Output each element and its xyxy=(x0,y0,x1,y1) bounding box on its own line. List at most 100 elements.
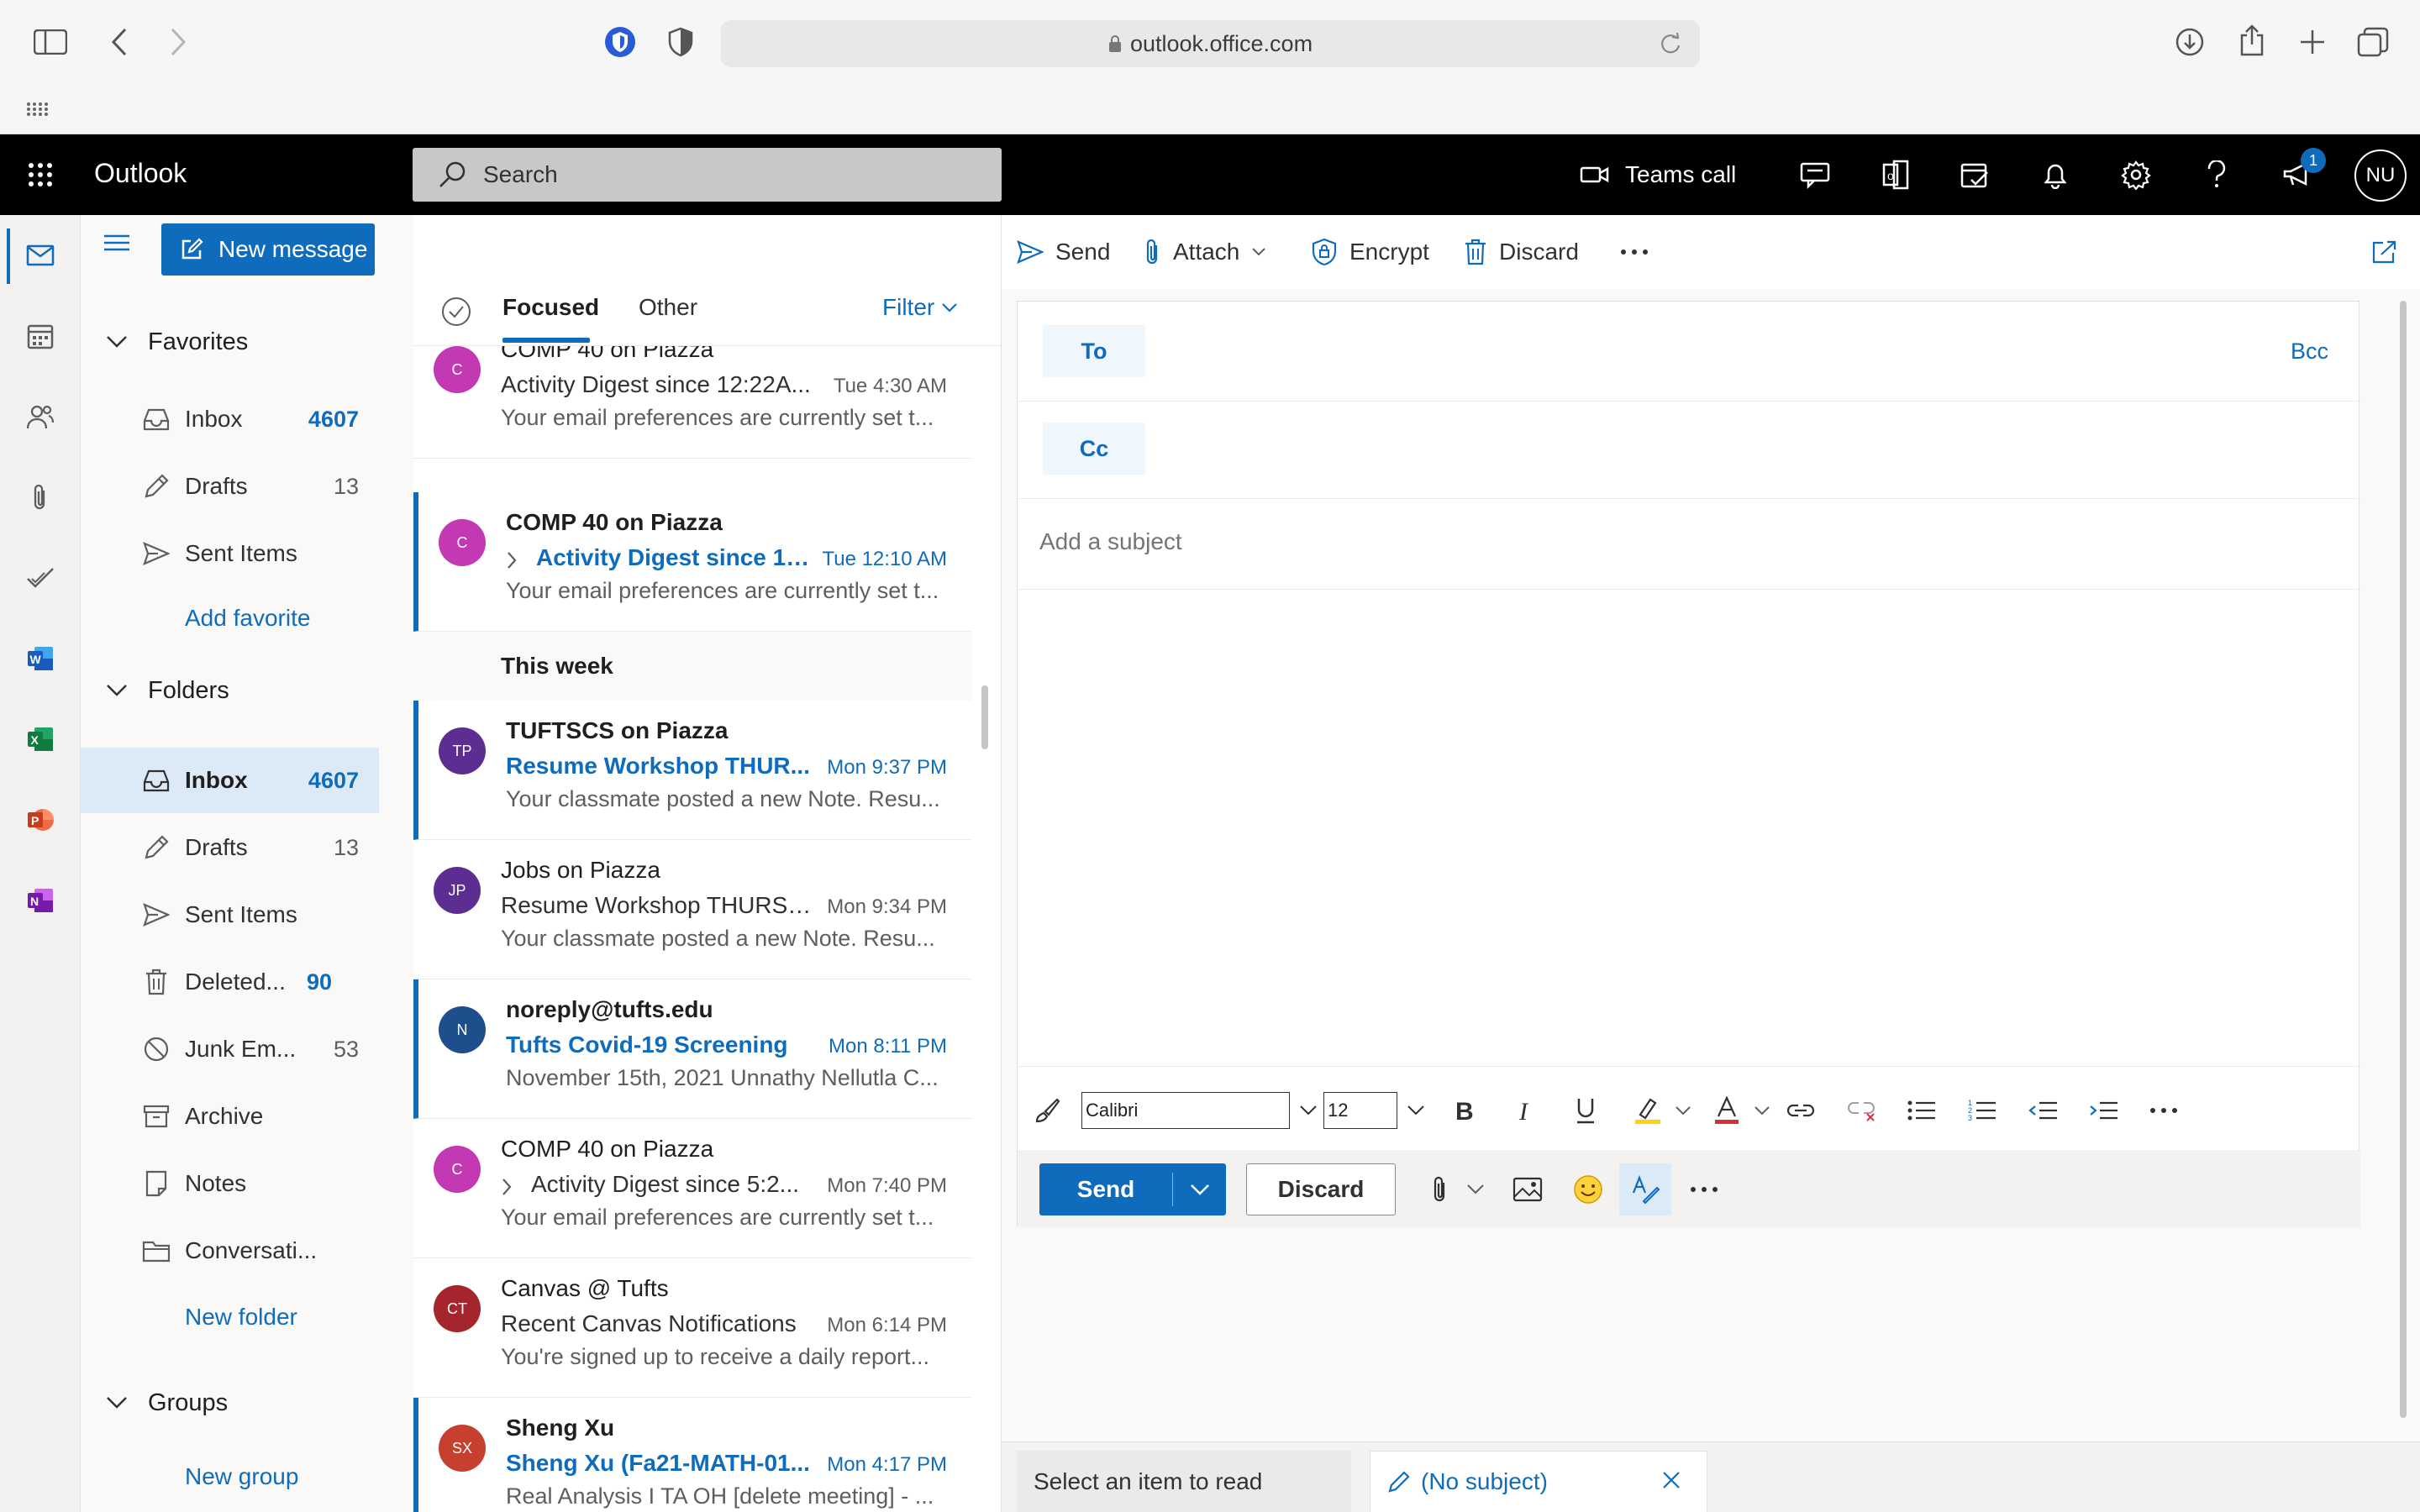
list-item[interactable]: N noreply@tufts.edu Tufts Covid-19 Scree… xyxy=(413,979,972,1119)
share-icon[interactable] xyxy=(2227,15,2277,66)
app-title[interactable]: Outlook xyxy=(94,158,187,189)
insert-link-icon[interactable] xyxy=(1784,1094,1818,1127)
add-favorite-link[interactable]: Add favorite xyxy=(185,605,310,632)
list-item[interactable]: JP Jobs on Piazza Resume Workshop THURS … xyxy=(413,840,972,979)
expand-thread-chevron-icon[interactable] xyxy=(501,1178,513,1196)
message-list-scrollbar[interactable] xyxy=(981,685,988,749)
sidebar-toggle-icon[interactable] xyxy=(25,17,76,67)
help-icon[interactable] xyxy=(2193,151,2240,198)
privacy-extension-icon[interactable] xyxy=(595,17,645,67)
search-input[interactable]: Search xyxy=(413,148,1002,202)
new-group-link[interactable]: New group xyxy=(185,1463,298,1490)
app-launcher-icon[interactable] xyxy=(17,151,64,198)
tab-focused[interactable]: Focused xyxy=(502,294,599,321)
attach-command[interactable]: Attach xyxy=(1144,234,1266,270)
insert-picture-icon[interactable] xyxy=(1508,1170,1547,1209)
numbering-icon[interactable]: 123 xyxy=(1965,1094,1999,1127)
hamburger-menu-icon[interactable] xyxy=(104,234,129,252)
mail-icon[interactable] xyxy=(17,232,64,279)
shield-icon[interactable] xyxy=(655,17,706,67)
groups-header[interactable]: Groups xyxy=(106,1382,228,1424)
more-formatting-icon[interactable] xyxy=(2147,1094,2181,1127)
font-color-icon[interactable] xyxy=(1710,1094,1744,1127)
settings-gear-icon[interactable] xyxy=(2112,151,2160,198)
folders-header[interactable]: Folders xyxy=(106,669,229,711)
message-body-editor[interactable] xyxy=(1018,591,2360,1074)
word-icon[interactable]: W xyxy=(17,635,64,682)
chevron-down-icon[interactable] xyxy=(1666,1094,1700,1127)
send-button[interactable]: Send xyxy=(1039,1163,1226,1215)
close-icon[interactable] xyxy=(1661,1470,1681,1490)
bullets-icon[interactable] xyxy=(1905,1094,1939,1127)
excel-icon[interactable]: X xyxy=(17,716,64,763)
underline-icon[interactable] xyxy=(1569,1094,1602,1127)
font-name-select[interactable]: Calibri xyxy=(1081,1092,1290,1129)
list-item[interactable]: TP TUFTSCS on Piazza Resume Workshop THU… xyxy=(413,701,972,840)
paperclip-icon[interactable] xyxy=(1421,1170,1460,1209)
favorite-sent-items[interactable]: Sent Items xyxy=(81,521,379,586)
office-apps-icon[interactable]: o xyxy=(1872,151,1919,198)
powerpoint-icon[interactable]: P xyxy=(17,796,64,843)
chevron-down-icon[interactable] xyxy=(1292,1094,1325,1127)
onenote-icon[interactable]: N xyxy=(17,877,64,924)
cc-button[interactable]: Cc xyxy=(1043,423,1145,475)
to-do-icon[interactable] xyxy=(17,554,64,601)
new-tab-icon[interactable] xyxy=(2287,17,2338,67)
tab-other[interactable]: Other xyxy=(639,294,697,321)
more-actions-icon[interactable] xyxy=(1685,1170,1723,1209)
encrypt-command[interactable]: Encrypt xyxy=(1311,234,1429,270)
favorites-header[interactable]: Favorites xyxy=(106,321,248,363)
bcc-link[interactable]: Bcc xyxy=(2291,339,2328,365)
to-button[interactable]: To xyxy=(1043,325,1145,377)
reload-icon[interactable] xyxy=(1660,32,1681,55)
expand-thread-chevron-icon[interactable] xyxy=(506,551,518,570)
people-icon[interactable] xyxy=(17,393,64,440)
increase-indent-icon[interactable] xyxy=(2086,1094,2120,1127)
editor-proofing-icon[interactable] xyxy=(1619,1163,1671,1215)
chat-icon[interactable] xyxy=(1791,151,1839,198)
list-item[interactable]: SX Sheng Xu Sheng Xu (Fa21-MATH-01... Mo… xyxy=(413,1398,972,1512)
highlight-icon[interactable] xyxy=(1631,1094,1665,1127)
favorite-inbox[interactable]: Inbox 4607 xyxy=(81,386,379,452)
list-item[interactable]: C COMP 40 on Piazza Activity Digest sinc… xyxy=(413,1119,972,1258)
folder-deleted-items[interactable]: Deleted... 90 xyxy=(81,949,379,1015)
chevron-down-icon[interactable] xyxy=(1456,1170,1495,1209)
send-options-chevron-icon[interactable] xyxy=(1173,1184,1226,1195)
send-command[interactable]: Send xyxy=(1017,234,1110,270)
group-header-this-week[interactable]: This week xyxy=(413,632,972,701)
notifications-bell-icon[interactable] xyxy=(2032,151,2079,198)
chevron-down-icon[interactable] xyxy=(1399,1094,1433,1127)
subject-input[interactable] xyxy=(1039,528,2333,555)
folder-conversation-history[interactable]: Conversati... xyxy=(81,1218,379,1284)
forward-icon[interactable] xyxy=(153,17,203,67)
emoji-icon[interactable] xyxy=(1569,1170,1607,1209)
remove-link-icon[interactable] xyxy=(1844,1094,1878,1127)
discard-command[interactable]: Discard xyxy=(1464,234,1579,270)
chevron-down-icon[interactable] xyxy=(1745,1094,1779,1127)
new-message-button[interactable]: New message xyxy=(161,223,375,276)
my-day-icon[interactable] xyxy=(1951,151,1998,198)
teams-call-button[interactable]: Teams call xyxy=(1580,153,1736,197)
list-item[interactable]: CT Canvas @ Tufts Recent Canvas Notifica… xyxy=(413,1258,972,1398)
list-item[interactable]: C COMP 40 on Piazza Activity Digest sinc… xyxy=(413,492,972,632)
calendar-icon[interactable] xyxy=(17,312,64,360)
folder-sent-items[interactable]: Sent Items xyxy=(81,882,379,948)
compose-scrollbar[interactable] xyxy=(2400,301,2407,1418)
format-painter-icon[interactable] xyxy=(1031,1094,1065,1127)
back-icon[interactable] xyxy=(94,17,145,67)
new-folder-link[interactable]: New folder xyxy=(185,1304,297,1331)
folder-junk-email[interactable]: Junk Em... 53 xyxy=(81,1016,379,1082)
folder-notes[interactable]: Notes xyxy=(81,1151,379,1216)
user-avatar[interactable]: NU xyxy=(2354,150,2407,202)
address-bar[interactable]: outlook.office.com xyxy=(721,20,1700,67)
font-size-select[interactable]: 12 xyxy=(1323,1092,1397,1129)
tab-draft[interactable]: (No subject) xyxy=(1370,1451,1707,1512)
files-attachment-icon[interactable] xyxy=(17,474,64,521)
decrease-indent-icon[interactable] xyxy=(2026,1094,2060,1127)
discard-button[interactable]: Discard xyxy=(1246,1163,1396,1215)
tab-select-item-to-read[interactable]: Select an item to read xyxy=(1017,1451,1351,1512)
cc-input[interactable] xyxy=(1160,423,2337,475)
to-input[interactable] xyxy=(1160,325,2253,377)
folder-inbox[interactable]: Inbox 4607 xyxy=(81,748,379,813)
downloads-icon[interactable] xyxy=(2165,17,2215,67)
